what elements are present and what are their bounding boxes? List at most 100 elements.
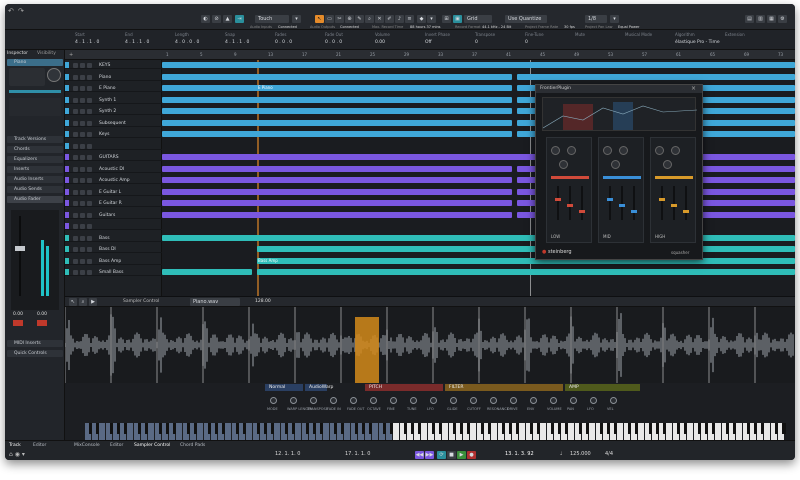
- redo-icon[interactable]: ↷: [18, 7, 24, 15]
- layout-lower-icon[interactable]: ▥: [756, 15, 765, 23]
- sampler-section-header[interactable]: Normal: [265, 384, 303, 391]
- click-icon[interactable]: ♩: [560, 451, 562, 457]
- track-row[interactable]: Bass Amp: [65, 257, 162, 265]
- plugin-window[interactable]: FrontierPlugin × LOW MID HIGH ● steinberg …: [535, 84, 703, 260]
- metronome-icon[interactable]: ▲: [223, 15, 232, 23]
- glue-tool-icon[interactable]: ⊕: [345, 15, 354, 23]
- layout-left-icon[interactable]: ▤: [745, 15, 754, 23]
- sampler-knob[interactable]: [590, 397, 597, 404]
- instrument-slot[interactable]: [9, 68, 45, 86]
- mute-button[interactable]: [73, 155, 78, 160]
- white-key[interactable]: [225, 423, 231, 441]
- band-ratio-knob[interactable]: [671, 146, 680, 155]
- track-row[interactable]: E Guitar R: [65, 200, 162, 207]
- sampler-section-header[interactable]: FILTER: [445, 384, 563, 391]
- sampler-section-header[interactable]: AMP: [565, 384, 640, 391]
- white-key[interactable]: [491, 423, 497, 441]
- waveform-display[interactable]: [65, 307, 795, 383]
- band-fader-cap[interactable]: [607, 198, 613, 201]
- band-fader-cap[interactable]: [579, 210, 585, 213]
- record-button[interactable]: [87, 166, 92, 172]
- volume-knob[interactable]: [47, 68, 61, 82]
- sampler-knob[interactable]: [390, 397, 397, 404]
- plugin-titlebar[interactable]: FrontierPlugin ×: [536, 85, 702, 93]
- record-button[interactable]: [87, 155, 92, 160]
- solo-button[interactable]: [80, 97, 85, 103]
- white-key[interactable]: [197, 423, 203, 441]
- audio-event[interactable]: [162, 108, 512, 114]
- white-key[interactable]: [589, 423, 595, 441]
- white-key[interactable]: [393, 423, 399, 441]
- band-gain-knob[interactable]: [559, 160, 568, 169]
- mute-button[interactable]: [73, 224, 78, 229]
- track-row[interactable]: E Piano: [65, 85, 162, 92]
- inspector-section[interactable]: Chords: [7, 146, 63, 153]
- band-fader-cap[interactable]: [671, 204, 677, 207]
- sampler-knob[interactable]: [470, 397, 477, 404]
- zoom-tool-icon[interactable]: ⌕: [365, 15, 374, 23]
- audio-event[interactable]: [162, 73, 512, 80]
- tab-sampler-control[interactable]: Sampler Control: [134, 443, 170, 449]
- mute-button[interactable]: [73, 86, 78, 91]
- signature-display[interactable]: 4/4: [605, 451, 613, 457]
- white-key[interactable]: [421, 423, 427, 441]
- track-row[interactable]: Acoustic DI: [65, 165, 162, 173]
- record-button[interactable]: [87, 212, 92, 218]
- quantize-value-select[interactable]: 1/8: [585, 15, 607, 23]
- audio-event[interactable]: [162, 269, 252, 275]
- band-ratio-knob[interactable]: [619, 146, 628, 155]
- info-value[interactable]: 0.00: [375, 40, 385, 45]
- white-key[interactable]: [715, 423, 721, 441]
- audio-event[interactable]: [162, 85, 512, 91]
- info-value[interactable]: 0 . 0 . 0: [275, 40, 292, 45]
- mute-button[interactable]: [73, 132, 78, 137]
- sampler-knob[interactable]: [370, 397, 377, 404]
- left-locator[interactable]: 12. 1. 1. 0: [275, 451, 300, 457]
- sampler-knob[interactable]: [350, 397, 357, 404]
- color-select-icon[interactable]: ▾: [427, 15, 436, 23]
- band-gain-knob[interactable]: [663, 160, 672, 169]
- record-button[interactable]: [87, 97, 92, 103]
- sampler-knob[interactable]: [290, 397, 297, 404]
- solo-button[interactable]: [80, 132, 85, 137]
- mute-button[interactable]: [13, 320, 23, 326]
- record-button[interactable]: [87, 63, 92, 68]
- inspector-track-name[interactable]: Piano: [7, 59, 63, 66]
- record-button[interactable]: [87, 258, 92, 264]
- touch-mode-select[interactable]: Touch: [255, 15, 289, 23]
- record-button[interactable]: [87, 178, 92, 183]
- range-tool-icon[interactable]: ▭: [325, 15, 334, 23]
- inspector-section[interactable]: Audio Sends: [7, 186, 63, 193]
- record-button[interactable]: [87, 270, 92, 275]
- solo-button[interactable]: [80, 120, 85, 126]
- track-row[interactable]: E Guitar L: [65, 188, 162, 196]
- audio-event[interactable]: [517, 73, 795, 80]
- record-button[interactable]: [87, 120, 92, 126]
- sampler-play-icon[interactable]: ▶: [89, 298, 97, 306]
- solo-button[interactable]: [80, 86, 85, 91]
- white-key[interactable]: [372, 423, 378, 441]
- sampler-zoom-icon[interactable]: ⌕: [79, 298, 87, 306]
- sampler-section-header[interactable]: PITCH: [365, 384, 443, 391]
- track-row[interactable]: GUITARS: [65, 154, 162, 161]
- solo-button[interactable]: [80, 212, 85, 218]
- white-key[interactable]: [666, 423, 672, 441]
- track-row[interactable]: Piano: [65, 73, 162, 81]
- white-key[interactable]: [99, 423, 105, 441]
- close-icon[interactable]: ×: [691, 85, 696, 92]
- tab-chord-pads[interactable]: Chord Pads: [180, 443, 205, 449]
- track-row[interactable]: Guitars: [65, 211, 162, 219]
- record-button[interactable]: [87, 189, 92, 195]
- info-value[interactable]: 0 . 0 . 0: [325, 40, 342, 45]
- tab-mixconsole[interactable]: MixConsole: [74, 443, 100, 449]
- undo-icon[interactable]: ↶: [8, 7, 14, 15]
- inspector-section[interactable]: Inserts: [7, 166, 63, 173]
- layout-right-icon[interactable]: ▦: [767, 15, 776, 23]
- white-key[interactable]: [764, 423, 770, 441]
- stop-icon[interactable]: ■: [447, 451, 456, 459]
- audio-event[interactable]: [162, 131, 512, 137]
- settings-icon[interactable]: ⚙: [778, 15, 787, 23]
- info-value[interactable]: 4 . 1 . 1 . 0: [125, 40, 149, 45]
- grid-type-select[interactable]: Grid: [464, 15, 492, 23]
- inspector-section[interactable]: Quick Controls: [7, 350, 63, 357]
